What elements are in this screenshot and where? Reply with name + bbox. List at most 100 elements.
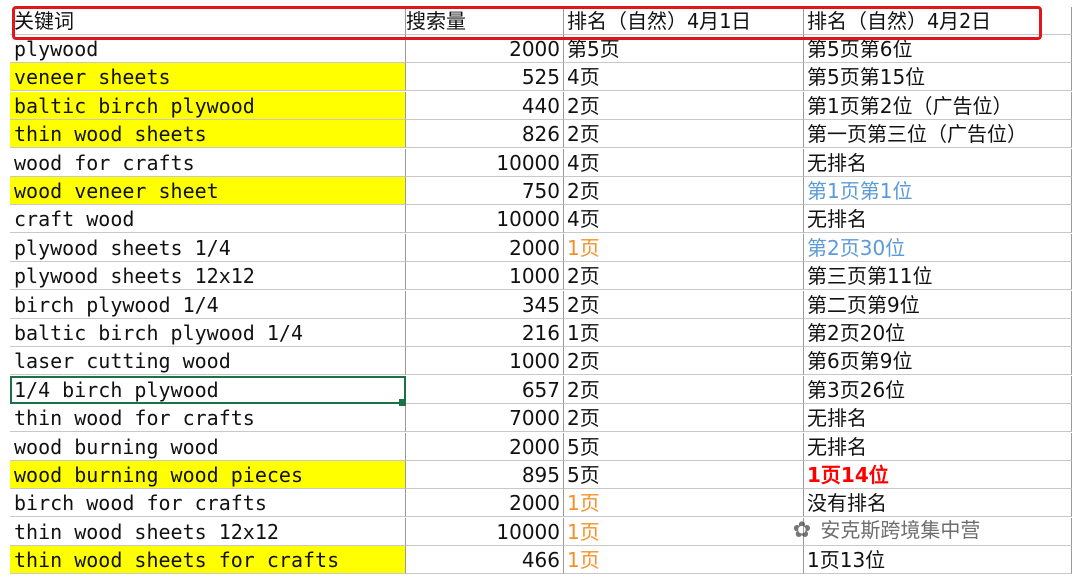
cell-rank-apr1[interactable]: 1页	[564, 517, 804, 546]
table-row: thin wood sheets for crafts 466 1页 1页13位	[10, 546, 1074, 575]
wechat-icon: ✿	[792, 518, 812, 543]
cell-rank-apr2[interactable]: 第5页第6位	[804, 35, 1072, 63]
cell-volume[interactable]: 657	[406, 375, 564, 404]
header-rank-apr1[interactable]: 排名（自然）4月1日	[564, 7, 804, 35]
table-row: veneer sheets 525 4页 第5页第15位	[10, 63, 1074, 92]
cell-volume[interactable]: 895	[406, 461, 564, 489]
cell-rank-apr1[interactable]: 5页	[564, 461, 804, 489]
watermark: ✿ 安克斯跨境集中营	[790, 512, 1060, 548]
cell-volume[interactable]: 750	[406, 177, 564, 205]
cell-rank-apr2[interactable]: 第2页30位	[804, 233, 1072, 262]
cell-rank-apr1[interactable]: 第5页	[564, 35, 804, 63]
cell-rank-apr2[interactable]: 第三页第11位	[804, 262, 1072, 291]
cell-volume[interactable]: 2000	[406, 489, 564, 518]
cell-rank-apr1[interactable]: 2页	[564, 404, 804, 433]
cell-volume[interactable]: 1000	[406, 347, 564, 376]
cell-rank-apr2[interactable]: 第1页第2位（广告位）	[804, 91, 1072, 120]
cell-rank-apr2[interactable]: 无排名	[804, 432, 1072, 461]
cell-volume[interactable]: 1000	[406, 262, 564, 291]
cell-rank-apr1[interactable]: 2页	[564, 290, 804, 319]
cell-rank-apr1[interactable]: 1页	[564, 319, 804, 347]
table-row: wood burning wood 2000 5页 无排名	[10, 432, 1074, 461]
cell-rank-apr1[interactable]: 1页	[564, 489, 804, 518]
cell-keyword[interactable]: plywood sheets 1/4	[10, 233, 406, 262]
cell-rank-apr1[interactable]: 2页	[564, 91, 804, 120]
table-row: plywood sheets 1/4 2000 1页 第2页30位	[10, 233, 1074, 262]
cell-keyword[interactable]: wood burning wood	[10, 432, 406, 461]
cell-rank-apr2[interactable]: 第一页第三位（广告位）	[804, 120, 1072, 149]
cell-keyword[interactable]: wood for crafts	[10, 148, 406, 177]
cell-rank-apr1[interactable]: 1页	[564, 546, 804, 575]
cell-volume[interactable]: 345	[406, 290, 564, 319]
cell-rank-apr1[interactable]: 2页	[564, 262, 804, 291]
header-keyword[interactable]: 关键词	[10, 7, 406, 35]
cell-volume[interactable]: 216	[406, 319, 564, 347]
cell-keyword[interactable]: plywood	[10, 35, 406, 63]
cell-volume[interactable]: 826	[406, 120, 564, 149]
cell-keyword[interactable]: craft wood	[10, 205, 406, 234]
cell-keyword[interactable]: veneer sheets	[10, 63, 406, 92]
cell-rank-apr2[interactable]: 无排名	[804, 205, 1072, 234]
cell-rank-apr1[interactable]: 4页	[564, 148, 804, 177]
cell-keyword[interactable]: thin wood for crafts	[10, 404, 406, 433]
cell-rank-apr1[interactable]: 1页	[564, 233, 804, 262]
table-row: baltic birch plywood 440 2页 第1页第2位（广告位）	[10, 91, 1074, 120]
cell-rank-apr2[interactable]: 第2页20位	[804, 319, 1072, 347]
cell-rank-apr1[interactable]: 2页	[564, 375, 804, 404]
cell-rank-apr2[interactable]: 第5页第15位	[804, 63, 1072, 92]
cell-keyword[interactable]: plywood sheets 12x12	[10, 262, 406, 291]
table-row: thin wood for crafts 7000 2页 无排名	[10, 404, 1074, 433]
cell-rank-apr1[interactable]: 4页	[564, 63, 804, 92]
cell-keyword[interactable]: birch plywood 1/4	[10, 290, 406, 319]
cell-rank-apr1[interactable]: 4页	[564, 205, 804, 234]
header-row: 关键词 搜索量 排名（自然）4月1日 排名（自然）4月2日	[10, 7, 1074, 35]
table-row: laser cutting wood 1000 2页 第6页第9位	[10, 347, 1074, 376]
fill-handle[interactable]	[399, 399, 406, 406]
cell-rank-apr1[interactable]: 2页	[564, 120, 804, 149]
cell-rank-apr2[interactable]: 1页14位	[804, 461, 1072, 489]
cell-keyword[interactable]: birch wood for crafts	[10, 489, 406, 518]
table-row: thin wood sheets 826 2页 第一页第三位（广告位）	[10, 120, 1074, 149]
cell-keyword[interactable]: thin wood sheets 12x12	[10, 517, 406, 546]
cell-volume[interactable]: 10000	[406, 517, 564, 546]
table-row: 1/4 birch plywood 657 2页 第3页26位	[10, 375, 1074, 404]
table-row: wood for crafts 10000 4页 无排名	[10, 148, 1074, 177]
cell-keyword[interactable]: baltic birch plywood 1/4	[10, 319, 406, 347]
cell-keyword[interactable]: thin wood sheets for crafts	[10, 546, 406, 575]
cell-rank-apr1[interactable]: 2页	[564, 177, 804, 205]
spreadsheet: 关键词 搜索量 排名（自然）4月1日 排名（自然）4月2日 plywood 200…	[0, 0, 1080, 576]
table-row: wood veneer sheet 750 2页 第1页第1位	[10, 177, 1074, 205]
cell-rank-apr2[interactable]: 无排名	[804, 404, 1072, 433]
cell-keyword[interactable]: wood burning wood pieces	[10, 461, 406, 489]
cell-rank-apr2[interactable]: 第二页第9位	[804, 290, 1072, 319]
cell-keyword[interactable]: thin wood sheets	[10, 120, 406, 149]
cell-rank-apr1[interactable]: 5页	[564, 432, 804, 461]
table-row: baltic birch plywood 1/4 216 1页 第2页20位	[10, 319, 1074, 347]
header-rank-apr2[interactable]: 排名（自然）4月2日	[804, 7, 1072, 35]
cell-rank-apr1[interactable]: 2页	[564, 347, 804, 376]
cell-rank-apr2[interactable]: 第6页第9位	[804, 347, 1072, 376]
cell-volume[interactable]: 466	[406, 546, 564, 575]
cell-rank-apr2[interactable]: 1页13位	[804, 546, 1072, 575]
table-row: plywood sheets 12x12 1000 2页 第三页第11位	[10, 262, 1074, 291]
cell-rank-apr2[interactable]: 第3页26位	[804, 375, 1072, 404]
cell-volume[interactable]: 440	[406, 91, 564, 120]
table-row: craft wood 10000 4页 无排名	[10, 205, 1074, 234]
header-volume[interactable]: 搜索量	[406, 7, 564, 35]
cell-volume[interactable]: 525	[406, 63, 564, 92]
cell-volume[interactable]: 7000	[406, 404, 564, 433]
cell-volume[interactable]: 2000	[406, 233, 564, 262]
cell-volume[interactable]: 10000	[406, 205, 564, 234]
cell-keyword[interactable]: 1/4 birch plywood	[10, 375, 406, 404]
cell-rank-apr2[interactable]: 无排名	[804, 148, 1072, 177]
cell-volume[interactable]: 2000	[406, 35, 564, 63]
cell-keyword[interactable]: wood veneer sheet	[10, 177, 406, 205]
table-row: plywood 2000 第5页 第5页第6位	[10, 35, 1074, 63]
cell-keyword[interactable]: laser cutting wood	[10, 347, 406, 376]
cell-volume[interactable]: 2000	[406, 432, 564, 461]
table-row: birch plywood 1/4 345 2页 第二页第9位	[10, 290, 1074, 319]
cell-keyword[interactable]: baltic birch plywood	[10, 91, 406, 120]
cell-volume[interactable]: 10000	[406, 148, 564, 177]
cell-rank-apr2[interactable]: 第1页第1位	[804, 177, 1072, 205]
table-row: wood burning wood pieces 895 5页 1页14位	[10, 461, 1074, 489]
